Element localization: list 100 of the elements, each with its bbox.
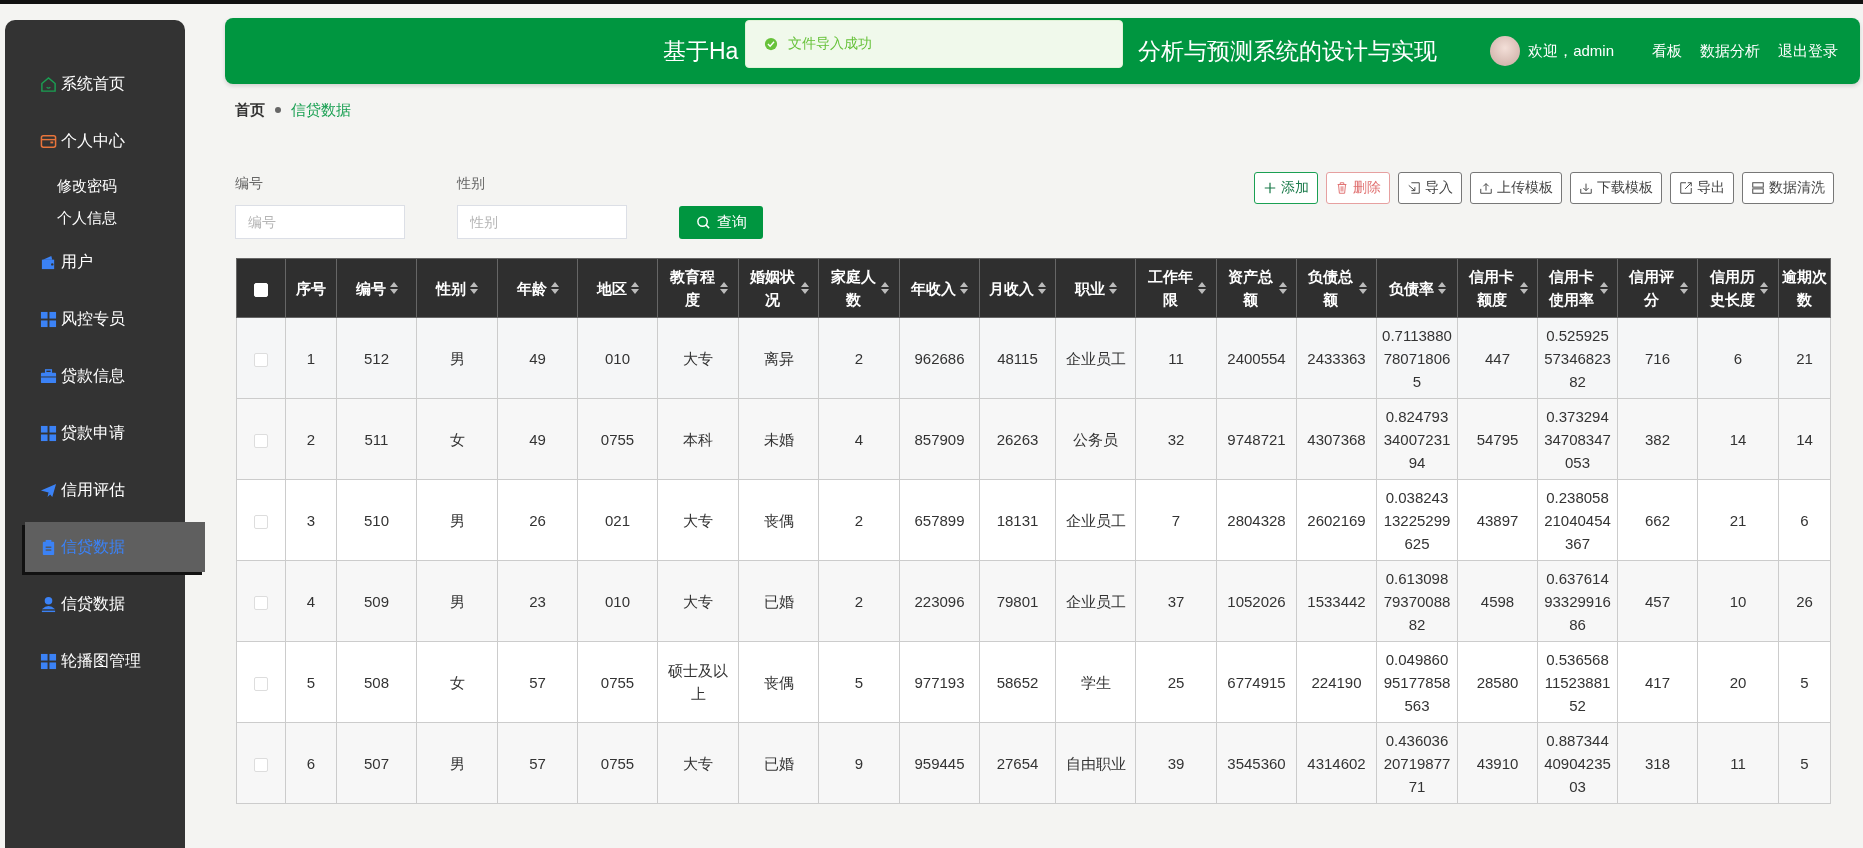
table-cell-text: 0.7113880780718065 bbox=[1382, 325, 1452, 392]
table-cell-text: 大专 bbox=[683, 510, 713, 531]
sidebar-item[interactable]: 个人中心 bbox=[5, 113, 185, 170]
sort-icon[interactable] bbox=[1599, 282, 1608, 294]
input-field[interactable]: 编号 bbox=[235, 205, 405, 239]
sidebar-item[interactable]: 贷款信息 bbox=[5, 348, 185, 405]
sort-icon[interactable] bbox=[1519, 282, 1528, 294]
select-all-checkbox[interactable] bbox=[254, 282, 268, 297]
table-cell-text: 男 bbox=[449, 753, 465, 774]
column-header: 信用历史长度 bbox=[1708, 267, 1756, 310]
table-cell-text: 48115 bbox=[997, 348, 1038, 369]
table-cell-text: 1 bbox=[306, 348, 316, 369]
sort-icon[interactable] bbox=[550, 282, 559, 294]
sort-icon[interactable] bbox=[960, 282, 968, 294]
column-header: 信用评分 bbox=[1627, 267, 1675, 310]
page-title: 分析与预测系统的设计与实现 bbox=[1138, 36, 1438, 66]
avatar[interactable] bbox=[1490, 36, 1521, 66]
sort-icon[interactable] bbox=[1760, 282, 1768, 294]
wallet-icon bbox=[40, 254, 57, 271]
table-cell-text: 14 bbox=[1796, 429, 1813, 450]
sidebar-item[interactable]: 贷款申请 bbox=[5, 405, 185, 462]
sort-icon[interactable] bbox=[800, 282, 809, 294]
sort-icon[interactable] bbox=[881, 282, 889, 294]
table-cell-text: 21 bbox=[1729, 510, 1747, 531]
table-cell-text: 508 bbox=[364, 672, 389, 693]
table-cell-text: 3 bbox=[306, 510, 316, 531]
header-link[interactable]: 看板 bbox=[1652, 41, 1682, 61]
sort-icon[interactable] bbox=[630, 282, 639, 294]
breadcrumb-link[interactable]: 首页 bbox=[235, 100, 265, 120]
table-cell-text: 0755 bbox=[600, 429, 635, 450]
table-cell-text: 0755 bbox=[600, 753, 635, 774]
table-cell-text: 54795 bbox=[1476, 429, 1519, 450]
toolbar-button[interactable]: 上传模板 bbox=[1470, 172, 1562, 204]
wallet-icon bbox=[40, 133, 57, 150]
column-header: 逾期次数 bbox=[1781, 267, 1828, 310]
toolbar-button[interactable]: 导入 bbox=[1398, 172, 1462, 204]
table-cell-text: 010 bbox=[605, 348, 630, 369]
sort-icon[interactable] bbox=[1679, 282, 1688, 294]
table-cell-text: 4 bbox=[306, 591, 316, 612]
row-checkbox[interactable] bbox=[254, 433, 268, 448]
table-cell-text: 20 bbox=[1729, 672, 1747, 693]
table-cell-text: 女 bbox=[449, 429, 465, 450]
table-cell-text: 9748721 bbox=[1227, 429, 1286, 450]
table-cell-text: 0.03824313225299625 bbox=[1382, 487, 1452, 554]
sidebar-subitem[interactable]: 个人信息 bbox=[5, 202, 117, 234]
column-header: 职业 bbox=[1074, 278, 1105, 299]
sort-icon[interactable] bbox=[1108, 282, 1117, 294]
row-checkbox[interactable] bbox=[254, 514, 268, 529]
table-cell-text: 男 bbox=[449, 591, 465, 612]
table-cell-text: 26 bbox=[529, 510, 546, 531]
sort-icon[interactable] bbox=[1437, 282, 1446, 294]
sidebar-subitem[interactable]: 修改密码 bbox=[5, 170, 117, 202]
table-cell-text: 11 bbox=[1730, 753, 1746, 774]
sort-icon[interactable] bbox=[1038, 282, 1046, 294]
sidebar-item[interactable]: 系统首页 bbox=[5, 56, 185, 113]
sidebar-item[interactable]: 风控专员 bbox=[5, 291, 185, 348]
grid-icon bbox=[40, 653, 57, 670]
sort-icon[interactable] bbox=[1278, 282, 1287, 294]
table-cell-text: 2 bbox=[854, 591, 864, 612]
header-link[interactable]: 退出登录 bbox=[1778, 41, 1838, 61]
table-cell-text: 2 bbox=[854, 348, 864, 369]
sidebar-item[interactable]: 轮播图管理 bbox=[5, 633, 185, 690]
sort-icon[interactable] bbox=[1358, 282, 1367, 294]
table-cell-text: 2 bbox=[854, 510, 864, 531]
table-cell-text: 318 bbox=[1645, 753, 1670, 774]
sort-icon[interactable] bbox=[720, 282, 728, 294]
table-cell-text: 丧偶 bbox=[763, 672, 794, 693]
table-cell-text: 662 bbox=[1645, 510, 1670, 531]
input-field[interactable]: 性别 bbox=[457, 205, 627, 239]
sort-icon[interactable] bbox=[470, 282, 478, 294]
sort-icon[interactable] bbox=[1198, 282, 1206, 294]
table-cell-text: 010 bbox=[605, 591, 630, 612]
table-cell-text: 657899 bbox=[914, 510, 965, 531]
grid-icon bbox=[40, 311, 57, 328]
toolbar-button[interactable]: 导出 bbox=[1670, 172, 1734, 204]
upload-icon bbox=[1479, 181, 1493, 195]
sidebar-item[interactable]: 用户 bbox=[5, 234, 185, 291]
column-header: 信用卡额度 bbox=[1467, 267, 1515, 310]
row-checkbox[interactable] bbox=[254, 352, 268, 367]
sort-icon[interactable] bbox=[389, 282, 398, 294]
search-button[interactable]: 查询 bbox=[679, 206, 763, 239]
header-link[interactable]: 数据分析 bbox=[1700, 41, 1760, 61]
sidebar-item[interactable]: 信用评估 bbox=[5, 462, 185, 519]
row-checkbox[interactable] bbox=[254, 757, 268, 772]
toolbar-button[interactable]: 添加 bbox=[1254, 172, 1318, 204]
download-icon bbox=[1579, 181, 1593, 195]
toolbar-button[interactable]: 下载模板 bbox=[1570, 172, 1662, 204]
table-cell-text: 企业员工 bbox=[1065, 510, 1126, 531]
table-cell-text: 0.8873444090423503 bbox=[1543, 730, 1612, 797]
import-icon bbox=[1407, 181, 1421, 195]
table-cell-text: 已婚 bbox=[763, 753, 794, 774]
field-label: 性别 bbox=[457, 175, 485, 193]
table-cell-text: 39 bbox=[1167, 753, 1185, 774]
sidebar-item[interactable]: 信贷数据 bbox=[5, 576, 185, 633]
toolbar-button[interactable]: 数据清洗 bbox=[1742, 172, 1834, 204]
table-cell-text: 18131 bbox=[996, 510, 1039, 531]
table-cell-text: 457 bbox=[1645, 591, 1670, 612]
row-checkbox[interactable] bbox=[254, 676, 268, 691]
table-cell-text: 510 bbox=[364, 510, 389, 531]
row-checkbox[interactable] bbox=[254, 595, 268, 610]
